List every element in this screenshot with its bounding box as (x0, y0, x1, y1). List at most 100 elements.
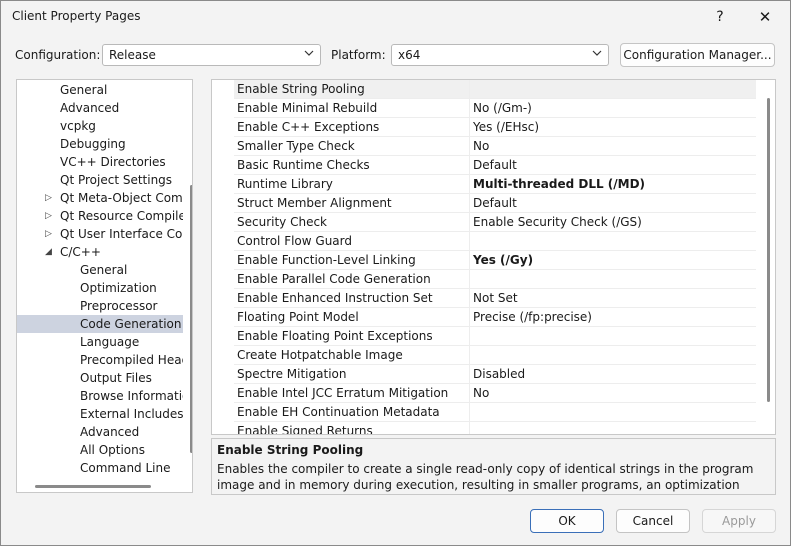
tree-item-label: C/C++ (60, 245, 101, 259)
title-bar: Client Property Pages ? ✕ (1, 1, 790, 33)
property-row[interactable]: Enable Enhanced Instruction Set Not Set (234, 289, 756, 308)
property-value[interactable]: Precise (/fp:precise) (473, 310, 592, 324)
collapse-arrow-icon[interactable]: ◢ (45, 243, 52, 261)
property-row[interactable]: Enable C++ Exceptions Yes (/EHsc) (234, 118, 756, 137)
property-name: Enable C++ Exceptions (237, 120, 380, 134)
tree-item[interactable]: General (17, 81, 183, 99)
tree-item[interactable]: ▷ Qt User Interface Compiler (17, 225, 183, 243)
property-row[interactable]: Enable Signed Returns (234, 422, 756, 435)
column-divider (469, 213, 470, 232)
description-panel: Enable String Pooling Enables the compil… (211, 438, 776, 495)
property-row[interactable]: Enable EH Continuation Metadata (234, 403, 756, 422)
property-grid: Enable String Pooling Enable Minimal Rebu… (211, 79, 776, 435)
tree-item-label: VC++ Directories (60, 155, 166, 169)
expand-arrow-icon[interactable]: ▷ (45, 189, 52, 207)
property-name: Enable Floating Point Exceptions (237, 329, 433, 343)
property-row[interactable]: Struct Member Alignment Default (234, 194, 756, 213)
close-button[interactable]: ✕ (743, 1, 787, 33)
property-name: Floating Point Model (237, 310, 359, 324)
tree-item[interactable]: ◢ C/C++ (17, 243, 183, 261)
tree-item[interactable]: Precompiled Headers (17, 351, 183, 369)
tree-item-label: vcpkg (60, 119, 96, 133)
property-row[interactable]: Runtime Library Multi-threaded DLL (/MD) (234, 175, 756, 194)
tree-item-label: Language (80, 335, 140, 349)
tree-item-label: Qt User Interface Compiler (60, 227, 183, 241)
tree-item[interactable]: External Includes (17, 405, 183, 423)
tree-item[interactable]: General (17, 261, 183, 279)
platform-dropdown[interactable]: x64 (391, 44, 609, 66)
property-row[interactable]: Enable Floating Point Exceptions (234, 327, 756, 346)
ok-button[interactable]: OK (530, 509, 604, 533)
property-value[interactable]: Multi-threaded DLL (/MD) (473, 177, 645, 191)
tree-item[interactable]: Advanced (17, 423, 183, 441)
tree-item-label: Precompiled Headers (80, 353, 183, 367)
property-row[interactable]: Enable Intel JCC Erratum Mitigation No (234, 384, 756, 403)
property-name: Create Hotpatchable Image (237, 348, 403, 362)
tree-item-label: Output Files (80, 371, 152, 385)
description-title: Enable String Pooling (217, 443, 364, 457)
property-row[interactable]: Enable String Pooling (234, 80, 756, 99)
tree-item[interactable]: Optimization (17, 279, 183, 297)
property-row[interactable]: Enable Parallel Code Generation (234, 270, 756, 289)
property-row[interactable]: Control Flow Guard (234, 232, 756, 251)
cancel-button[interactable]: Cancel (616, 509, 690, 533)
property-value[interactable]: Not Set (473, 291, 518, 305)
tree-horizontal-scrollbar[interactable] (35, 485, 151, 488)
tree-item[interactable]: All Options (17, 441, 183, 459)
column-divider (469, 365, 470, 384)
tree-item[interactable]: vcpkg (17, 117, 183, 135)
expand-arrow-icon[interactable]: ▷ (45, 207, 52, 225)
column-divider (469, 99, 470, 118)
tree-item[interactable]: Language (17, 333, 183, 351)
property-row[interactable]: Smaller Type Check No (234, 137, 756, 156)
property-pages-dialog: Client Property Pages ? ✕ Configuration:… (0, 0, 791, 546)
property-row[interactable]: Spectre Mitigation Disabled (234, 365, 756, 384)
tree-item[interactable]: ▷ Qt Resource Compiler (17, 207, 183, 225)
help-button[interactable]: ? (698, 1, 742, 33)
tree-item[interactable]: Code Generation (17, 315, 183, 333)
tree-item[interactable]: ▷ Qt Meta-Object Compiler (17, 189, 183, 207)
tree-item[interactable]: Preprocessor (17, 297, 183, 315)
platform-label: Platform: (331, 48, 386, 62)
property-row[interactable]: Floating Point Model Precise (/fp:precise… (234, 308, 756, 327)
property-value[interactable]: Default (473, 196, 517, 210)
tree-item[interactable]: Command Line (17, 459, 183, 477)
property-row[interactable]: Enable Function-Level Linking Yes (/Gy) (234, 251, 756, 270)
property-value[interactable]: Default (473, 158, 517, 172)
tree-item[interactable]: VC++ Directories (17, 153, 183, 171)
column-divider (469, 403, 470, 422)
tree-item[interactable]: Browse Information (17, 387, 183, 405)
configuration-manager-button[interactable]: Configuration Manager... (620, 43, 775, 67)
tree-item-label: Advanced (80, 425, 140, 439)
property-name: Security Check (237, 215, 328, 229)
property-value[interactable]: Disabled (473, 367, 525, 381)
property-row[interactable]: Enable Minimal Rebuild No (/Gm-) (234, 99, 756, 118)
property-row[interactable]: Security Check Enable Security Check (/GS… (234, 213, 756, 232)
property-value[interactable]: Yes (/Gy) (473, 253, 533, 267)
property-value[interactable]: No (473, 386, 489, 400)
apply-button[interactable]: Apply (702, 509, 776, 533)
tree-item[interactable]: Output Files (17, 369, 183, 387)
property-value[interactable]: No (473, 139, 489, 153)
tree-item-label: Qt Meta-Object Compiler (60, 191, 183, 205)
property-value[interactable]: No (/Gm-) (473, 101, 532, 115)
grid-vertical-scrollbar[interactable] (767, 98, 770, 402)
tree-vertical-scrollbar[interactable] (190, 185, 192, 453)
property-value[interactable]: Yes (/EHsc) (473, 120, 539, 134)
property-name: Enable Intel JCC Erratum Mitigation (237, 386, 449, 400)
expand-arrow-icon[interactable]: ▷ (45, 225, 52, 243)
property-name: Control Flow Guard (237, 234, 352, 248)
tree-item-label: General (60, 83, 108, 97)
tree-item[interactable]: Advanced (17, 99, 183, 117)
property-row[interactable]: Create Hotpatchable Image (234, 346, 756, 365)
tree-item[interactable]: Qt Project Settings (17, 171, 183, 189)
property-name: Struct Member Alignment (237, 196, 392, 210)
chevron-down-icon (592, 50, 602, 56)
configuration-dropdown[interactable]: Release (102, 44, 321, 66)
property-name: Enable Signed Returns (237, 424, 373, 435)
tree-item-label: Advanced (60, 101, 120, 115)
tree-item[interactable]: Debugging (17, 135, 183, 153)
property-row[interactable]: Basic Runtime Checks Default (234, 156, 756, 175)
property-value[interactable]: Enable Security Check (/GS) (473, 215, 642, 229)
chevron-down-icon (304, 50, 314, 56)
